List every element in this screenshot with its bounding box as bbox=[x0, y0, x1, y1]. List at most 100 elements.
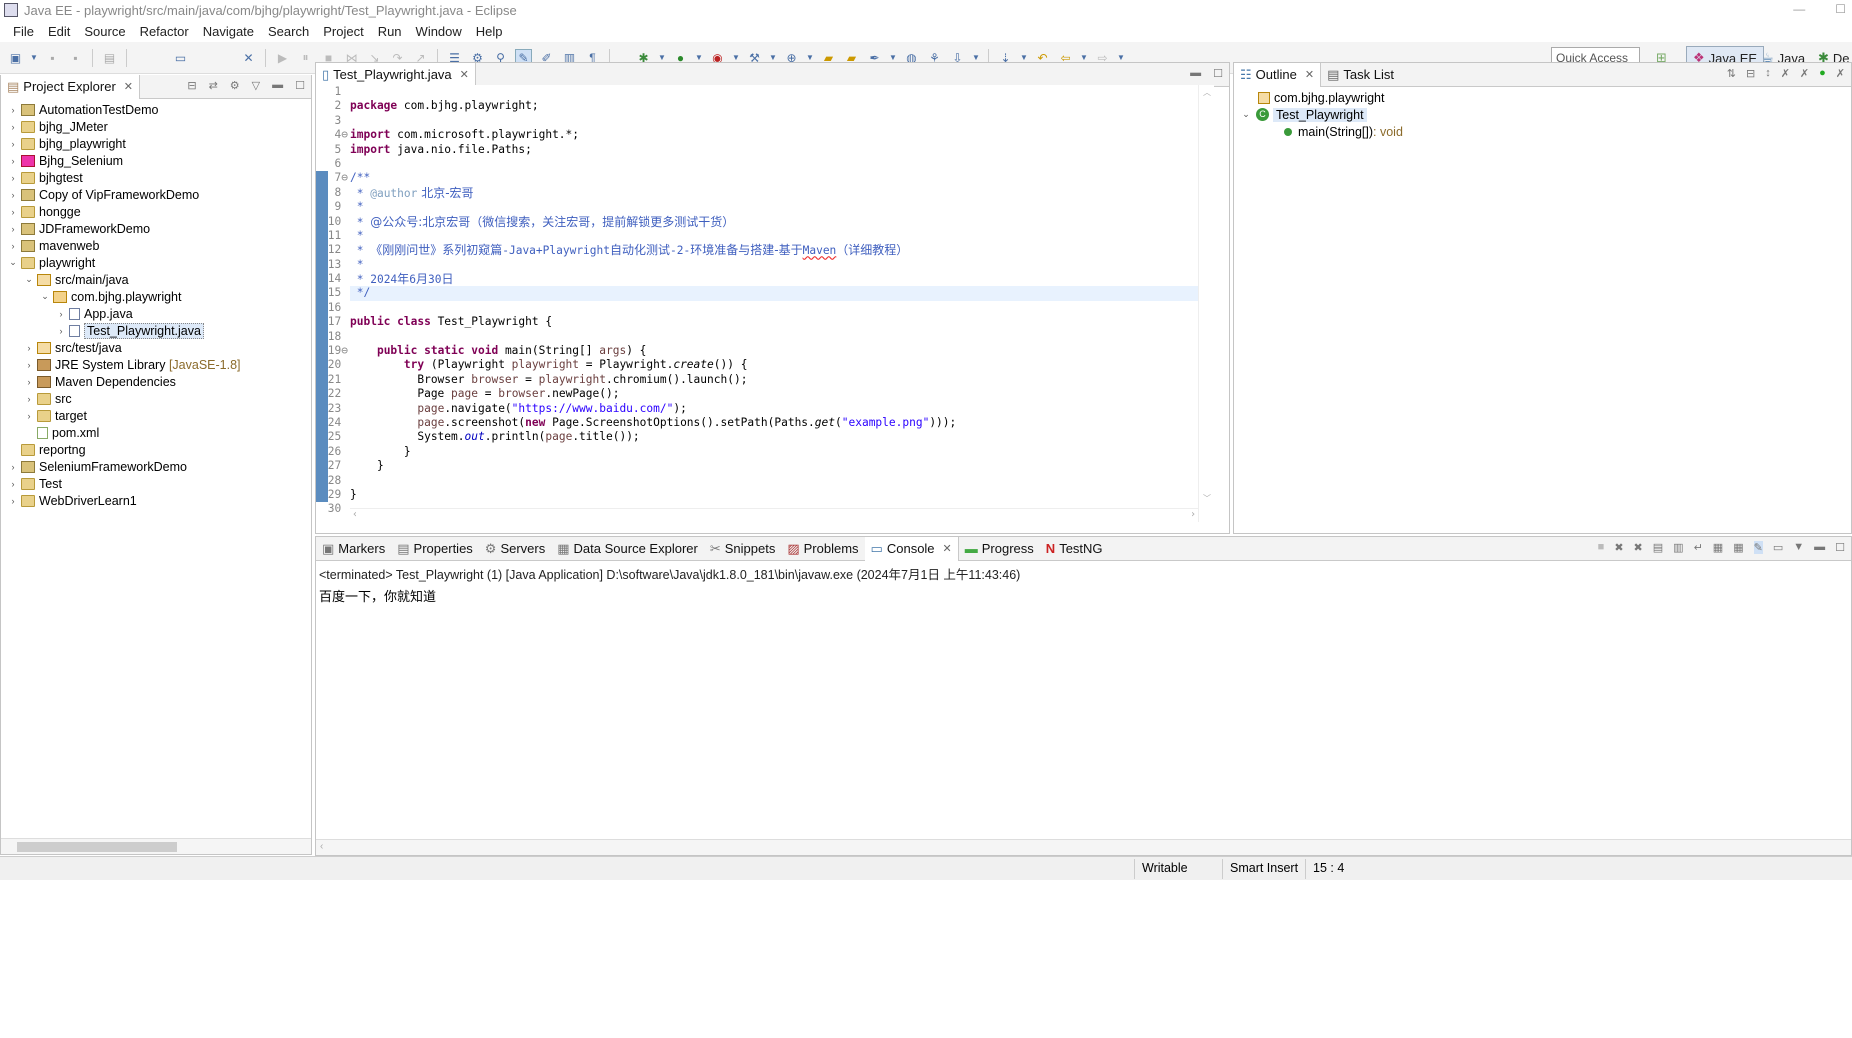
tab-snippets[interactable]: ✂ Snippets bbox=[704, 537, 782, 561]
tab-outline[interactable]: ☷ Outline ✕ bbox=[1234, 62, 1322, 87]
tree-item-mavenweb[interactable]: › mavenweb bbox=[1, 237, 311, 254]
close-icon[interactable]: ✕ bbox=[460, 68, 469, 81]
horizontal-scrollbar[interactable] bbox=[1, 838, 311, 854]
expand-arrow-icon[interactable]: › bbox=[7, 122, 19, 132]
close-icon[interactable]: ✕ bbox=[943, 542, 952, 555]
pin-console-icon[interactable]: ✎ bbox=[1753, 541, 1763, 554]
expand-arrow-icon[interactable]: › bbox=[23, 360, 35, 370]
skip-breakpoints-icon[interactable]: ✕ bbox=[240, 49, 257, 66]
menu-edit[interactable]: Edit bbox=[41, 24, 77, 39]
tree-item-package[interactable]: ⌄ com.bjhg.playwright bbox=[1, 288, 311, 305]
collapse-arrow-icon[interactable]: ⌄ bbox=[23, 274, 35, 285]
clear-console-icon[interactable]: ▤ bbox=[1653, 541, 1663, 554]
minimize-icon[interactable]: ▬ bbox=[272, 79, 283, 92]
tab-task-list[interactable]: ▤ Task List bbox=[1321, 63, 1400, 87]
menu-source[interactable]: Source bbox=[77, 24, 132, 39]
vertical-scrollbar[interactable]: ︿ ﹀ bbox=[1198, 85, 1214, 522]
tree-item-maven-dependencies[interactable]: › Maven Dependencies bbox=[1, 373, 311, 390]
tree-item-bjhg-jmeter[interactable]: › bjhg_JMeter bbox=[1, 118, 311, 135]
tree-item-pom-xml[interactable]: pom.xml bbox=[1, 424, 311, 441]
tree-item-bjhg-selenium[interactable]: › Bjhg_Selenium bbox=[1, 152, 311, 169]
expand-arrow-icon[interactable]: › bbox=[23, 394, 35, 404]
close-icon[interactable]: ✕ bbox=[124, 80, 133, 93]
tab-progress[interactable]: ▬ Progress bbox=[959, 537, 1040, 561]
tree-item-src-main-java[interactable]: ⌄ src/main/java bbox=[1, 271, 311, 288]
expand-arrow-icon[interactable]: › bbox=[7, 496, 19, 506]
tree-item-bjhgtest[interactable]: › bjhgtest bbox=[1, 169, 311, 186]
code-lines[interactable]: package com.bjhg.playwright; import com.… bbox=[350, 85, 1198, 517]
tree-item-copy-of-vipframeworkdemo[interactable]: › Copy of VipFrameworkDemo bbox=[1, 186, 311, 203]
collapse-arrow-icon[interactable]: ⌄ bbox=[1240, 109, 1252, 120]
collapse-arrow-icon[interactable]: ⌄ bbox=[7, 257, 19, 268]
maximize-icon[interactable]: ☐ bbox=[1835, 2, 1846, 16]
tree-item-jre-system-library[interactable]: › JRE System Library [JavaSE-1.8] bbox=[1, 356, 311, 373]
tree-item-playwright[interactable]: ⌄ playwright bbox=[1, 254, 311, 271]
remove-launch-icon[interactable]: ✖ bbox=[1614, 541, 1623, 554]
menu-file[interactable]: File bbox=[6, 24, 41, 39]
expand-arrow-icon[interactable]: › bbox=[7, 241, 19, 251]
view-menu-icon[interactable]: ▽ bbox=[252, 79, 260, 92]
hide-nonpublic-icon[interactable]: ● bbox=[1819, 67, 1826, 80]
save-all-icon[interactable]: ▪ bbox=[67, 49, 84, 66]
link-editor-icon[interactable]: ⇄ bbox=[209, 79, 218, 92]
tab-console[interactable]: ▭ Console ✕ bbox=[864, 536, 959, 561]
tree-item-target[interactable]: › target bbox=[1, 407, 311, 424]
menu-search[interactable]: Search bbox=[261, 24, 316, 39]
horizontal-scrollbar[interactable]: ‹ › bbox=[350, 508, 1198, 522]
scrollbar-thumb[interactable] bbox=[17, 842, 177, 852]
remove-all-icon[interactable]: ✖ bbox=[1634, 541, 1643, 554]
expand-arrow-icon[interactable]: › bbox=[23, 343, 35, 353]
close-icon[interactable]: ✕ bbox=[1305, 68, 1314, 81]
save-icon[interactable]: ▪ bbox=[44, 49, 61, 66]
minimize-icon[interactable]: ▬ bbox=[1190, 67, 1201, 80]
resume-icon[interactable]: ▶ bbox=[274, 49, 291, 66]
outline-method-main[interactable]: main(String[]) : void bbox=[1234, 123, 1851, 140]
tree-item-seleniumframeworkdemo[interactable]: › SeleniumFrameworkDemo bbox=[1, 458, 311, 475]
expand-arrow-icon[interactable]: › bbox=[55, 309, 67, 319]
expand-arrow-icon[interactable]: › bbox=[23, 411, 35, 421]
console-output[interactable]: 百度一下，你就知道 bbox=[316, 586, 1851, 605]
show-stdout-icon[interactable]: ▦ bbox=[1713, 541, 1723, 554]
code-editor[interactable]: 1 2 3 4⊖ 5 6 7⊖ 8 9 10 11 12 13 14 15 16 1… bbox=[316, 85, 1214, 522]
collapse-arrow-icon[interactable]: ⌄ bbox=[39, 291, 51, 302]
tree-item-webdriverlearn1[interactable]: › WebDriverLearn1 bbox=[1, 492, 311, 509]
tab-testng[interactable]: N TestNG bbox=[1040, 537, 1109, 561]
menu-project[interactable]: Project bbox=[316, 24, 370, 39]
tab-servers[interactable]: ⚙ Servers bbox=[479, 537, 551, 561]
suspend-icon[interactable]: ⏸ bbox=[297, 49, 314, 66]
outline-class[interactable]: ⌄ C Test_Playwright bbox=[1234, 106, 1851, 123]
expand-arrow-icon[interactable]: › bbox=[7, 173, 19, 183]
dropdown-icon[interactable]: ▼ bbox=[30, 49, 38, 66]
tree-item-test-playwright-java[interactable]: › Test_Playwright.java bbox=[1, 322, 311, 339]
collapse-all-icon[interactable]: ⊟ bbox=[187, 79, 196, 92]
menu-help[interactable]: Help bbox=[469, 24, 510, 39]
tree-item-app-java[interactable]: › App.java bbox=[1, 305, 311, 322]
terminal-icon[interactable]: ▭ bbox=[172, 49, 189, 66]
tree-item-reportng[interactable]: reportng bbox=[1, 441, 311, 458]
tab-markers[interactable]: ▣ Markers bbox=[316, 537, 391, 561]
horizontal-scrollbar[interactable]: ‹ bbox=[316, 839, 1851, 855]
tree-item-bjhg-playwright[interactable]: › bjhg_playwright bbox=[1, 135, 311, 152]
show-stderr-icon[interactable]: ▦ bbox=[1733, 541, 1743, 554]
expand-arrow-icon[interactable]: › bbox=[23, 377, 35, 387]
expand-arrow-icon[interactable]: › bbox=[7, 139, 19, 149]
hide-fields-icon[interactable]: ✗ bbox=[1781, 67, 1790, 80]
tab-problems[interactable]: ▨ Problems bbox=[781, 537, 864, 561]
expand-arrow-icon[interactable]: › bbox=[7, 105, 19, 115]
tab-project-explorer[interactable]: ▤ Project Explorer ✕ bbox=[1, 74, 140, 99]
menu-window[interactable]: Window bbox=[409, 24, 469, 39]
print-icon[interactable]: ▤ bbox=[101, 49, 118, 66]
expand-arrow-icon[interactable]: › bbox=[7, 156, 19, 166]
menu-refactor[interactable]: Refactor bbox=[133, 24, 196, 39]
expand-arrow-icon[interactable]: › bbox=[7, 462, 19, 472]
sort-alpha-icon[interactable]: ↕ bbox=[1765, 67, 1771, 80]
minimize-icon[interactable]: ▬ bbox=[1814, 541, 1825, 554]
tree-item-src[interactable]: › src bbox=[1, 390, 311, 407]
expand-arrow-icon[interactable]: › bbox=[7, 207, 19, 217]
menu-navigate[interactable]: Navigate bbox=[196, 24, 261, 39]
tab-test-playwright-java[interactable]: ▯ Test_Playwright.java ✕ bbox=[316, 62, 476, 87]
tree-item-jdframeworkdemo[interactable]: › JDFrameworkDemo bbox=[1, 220, 311, 237]
tree-item-test[interactable]: › Test bbox=[1, 475, 311, 492]
maximize-icon[interactable]: ☐ bbox=[1213, 67, 1223, 80]
tree-item-automationtestdemo[interactable]: › AutomationTestDemo bbox=[1, 101, 311, 118]
